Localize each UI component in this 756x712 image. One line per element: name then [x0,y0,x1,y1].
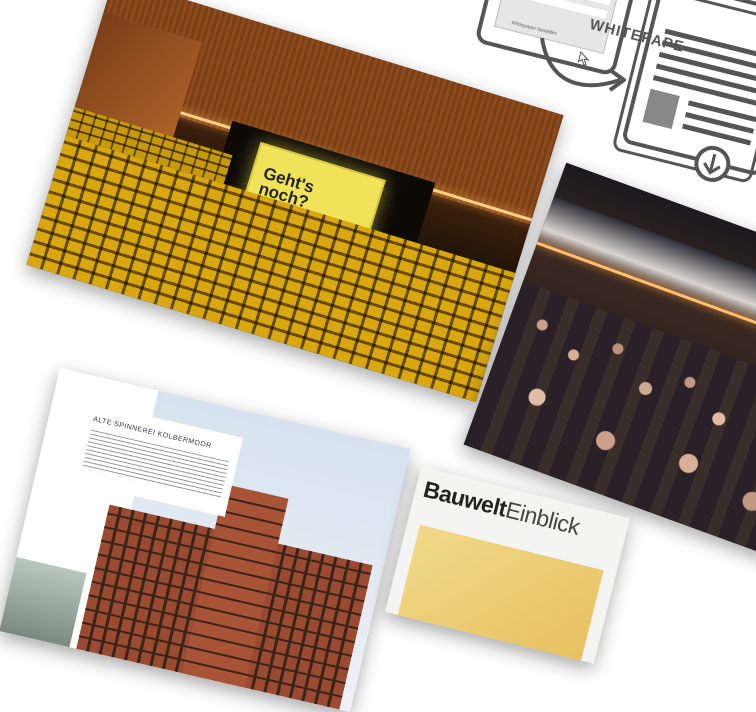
brochure-body-text [81,429,230,501]
magazine-subtitle: Einblick [503,496,583,540]
cover-image [397,524,604,661]
magazine-brand: Bauwelt [420,475,510,522]
brochure-page: ALTE SPINNEREI KOLBERMOOR [0,367,411,712]
magazine-cover: BauweltEinblick [385,466,630,664]
secondary-image [0,557,87,648]
